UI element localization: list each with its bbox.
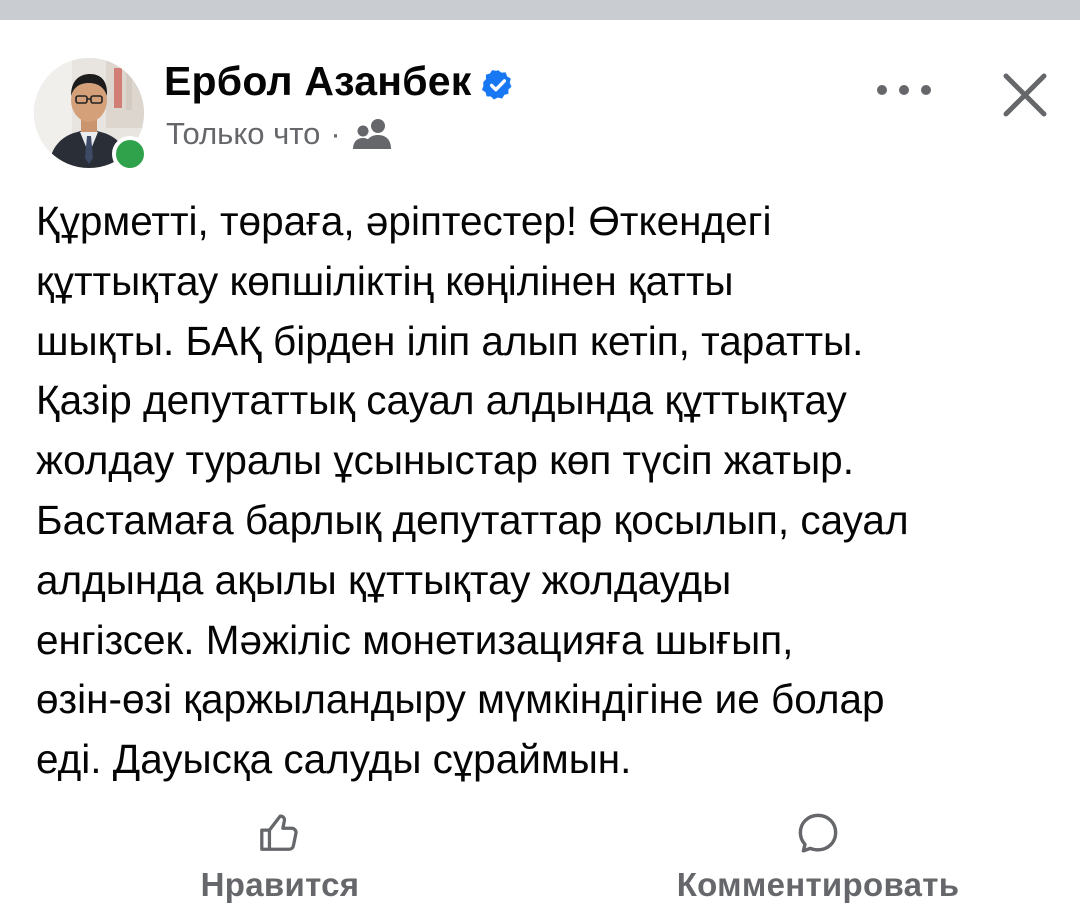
friends-icon[interactable] xyxy=(351,117,393,151)
author-avatar[interactable] xyxy=(34,58,148,172)
author-name-row[interactable]: Ербол Азанбек xyxy=(164,58,515,105)
feed-divider xyxy=(0,0,1080,20)
close-button[interactable] xyxy=(996,66,1054,124)
close-icon xyxy=(1003,73,1047,117)
comment-icon xyxy=(798,813,838,853)
thumbs-up-icon xyxy=(260,814,298,851)
like-label: Нравится xyxy=(200,866,360,903)
online-status-indicator xyxy=(112,136,148,172)
comment-button[interactable]: Комментировать xyxy=(640,810,996,904)
post-timestamp[interactable]: Только что xyxy=(166,116,320,152)
meta-separator: · xyxy=(330,116,341,151)
more-options-icon xyxy=(877,85,931,95)
post-meta: Только что · xyxy=(166,116,393,152)
post-card: Ербол Азанбек Только что · Құрметті, төр… xyxy=(0,20,1080,910)
comment-label: Комментировать xyxy=(676,866,960,903)
like-button[interactable]: Нравится xyxy=(180,810,380,904)
author-name[interactable]: Ербол Азанбек xyxy=(164,58,471,105)
more-options-button[interactable] xyxy=(874,70,934,110)
post-text: Құрметті, төраға, әріптестер! Өткендегі … xyxy=(36,198,909,783)
verified-badge-icon xyxy=(481,65,515,99)
